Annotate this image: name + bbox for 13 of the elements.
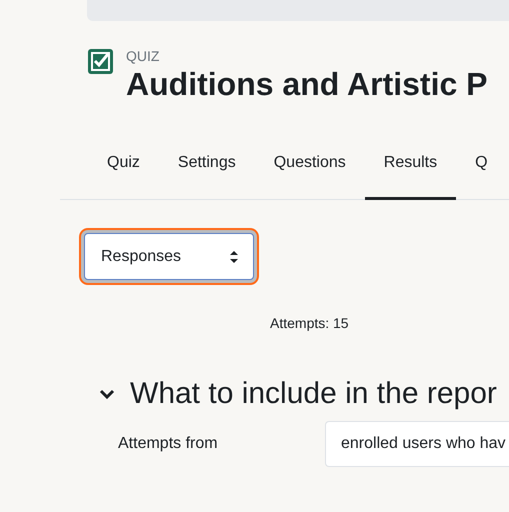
- tab[interactable]: Q: [456, 129, 507, 200]
- quiz-title: Auditions and Artistic P: [126, 67, 488, 101]
- tab[interactable]: Quiz: [88, 129, 159, 200]
- tab[interactable]: Questions: [254, 129, 365, 200]
- tab[interactable]: Settings: [158, 129, 255, 200]
- field-label: Attempts from: [118, 435, 219, 453]
- up-down-caret-icon: [229, 250, 239, 264]
- attempts-from-select[interactable]: enrolled users who hav: [325, 421, 509, 467]
- section-heading: What to include in the repor: [130, 377, 497, 411]
- attempts-count: Attempts: 15: [270, 315, 349, 331]
- tab[interactable]: Results: [364, 129, 456, 200]
- activity-type-label: QUIZ: [126, 47, 160, 65]
- checkbox-quiz-icon: [87, 48, 114, 75]
